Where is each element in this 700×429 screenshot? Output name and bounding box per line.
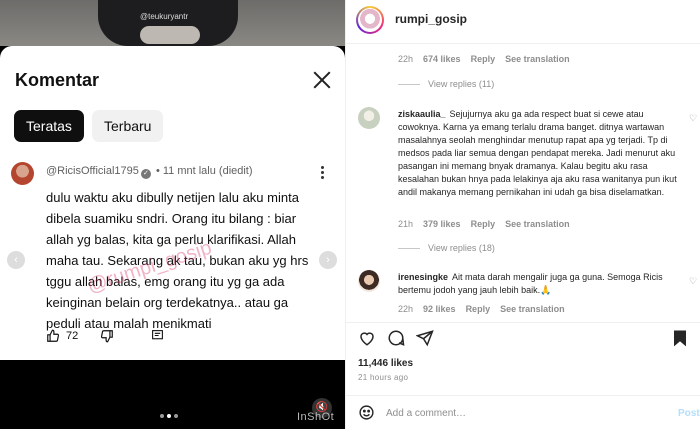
comment-likes[interactable]: 379 likes (423, 219, 461, 229)
carousel-dots (160, 414, 178, 418)
commenter-username[interactable]: irenesingke (398, 272, 448, 282)
reply-comment-icon (152, 330, 163, 340)
comment-meta: 21h 379 likes Reply See translation (398, 219, 570, 229)
profile-username[interactable]: rumpi_gosip (395, 12, 467, 26)
video-frame: @teukuryantr Komentar Teratas Terbaru @R… (0, 0, 345, 429)
comment-body: irenesingke Ait mata darah mengalir juga … (398, 271, 683, 297)
comment-icon[interactable] (387, 329, 405, 347)
comment-body: dulu waktu aku dibully netijen lalu aku … (46, 187, 316, 334)
reply-link[interactable]: Reply (471, 54, 496, 64)
comment-header: @RicisOfficial1795 ✓ • 11 mnt lalu (diedi… (46, 165, 253, 179)
comment-meta: 22h 92 likes Reply See translation (398, 304, 565, 314)
comment-time: 22h (398, 304, 414, 314)
post-time: 21 hours ago (358, 373, 409, 382)
comment-line: tggu allah balas, emg orang itu yg ga ad… (46, 274, 285, 289)
video-top-frame: @teukuryantr (0, 0, 345, 46)
chip-newest[interactable]: Terbaru (92, 110, 164, 142)
comment-input[interactable] (386, 403, 656, 423)
comment-avatar[interactable] (11, 162, 34, 185)
verified-icon: ✓ (140, 169, 151, 179)
view-replies-link[interactable]: View replies (11) (398, 79, 494, 89)
heart-icon[interactable]: ♡ (689, 276, 697, 287)
dislike-button[interactable] (100, 329, 114, 346)
video-bottom-frame (0, 360, 345, 429)
emoji-icon[interactable] (358, 404, 375, 421)
video-hands (140, 26, 200, 44)
comment-text: Sejujurnya aku ga ada respect buat si ce… (398, 109, 677, 197)
add-comment-bar: Post (346, 395, 700, 429)
heart-icon[interactable] (358, 329, 376, 347)
thumbs-down-icon (100, 330, 113, 343)
commenter-avatar[interactable] (358, 270, 380, 292)
comment-meta: 22h 674 likes Reply See translation (398, 54, 570, 64)
chip-top-comments[interactable]: Teratas (14, 110, 84, 142)
chevron-left-icon[interactable]: ‹ (7, 251, 25, 269)
post-sidebar: rumpi_gosip 22h 674 likes Reply See transla… (345, 0, 700, 429)
reply-link[interactable]: Reply (471, 219, 496, 229)
see-translation-link[interactable]: See translation (505, 54, 570, 64)
post-button[interactable]: Post (678, 408, 700, 419)
comment-actions: 72 (46, 329, 306, 345)
comment-likes[interactable]: 92 likes (423, 304, 456, 314)
inshot-watermark: InShOt (297, 411, 335, 423)
post-header: rumpi_gosip (346, 0, 700, 44)
more-options-icon[interactable] (317, 166, 327, 182)
sheet-title: Komentar (15, 70, 100, 90)
see-translation-link[interactable]: See translation (500, 304, 565, 314)
like-count: 72 (66, 330, 79, 342)
close-icon[interactable] (310, 68, 334, 92)
bookmark-icon[interactable] (671, 329, 689, 347)
heart-icon[interactable]: ♡ (689, 113, 697, 124)
commenter-avatar[interactable] (358, 107, 380, 129)
comment-line: maha tau. Sekarang ak tau, bukan aku yg … (46, 253, 309, 268)
comment-sheet: Komentar Teratas Terbaru @RicisOfficial1… (0, 46, 345, 360)
video-watermark-top: @teukuryantr (140, 12, 189, 21)
commenter-username[interactable]: ziskaaulia_ (398, 109, 446, 119)
comment-time: 21h (398, 219, 414, 229)
reply-link[interactable]: Reply (466, 304, 491, 314)
view-replies-link[interactable]: View replies (18) (398, 243, 495, 253)
comment-line: dulu waktu aku dibully netijen lalu aku … (46, 190, 299, 205)
chevron-right-icon[interactable]: › (319, 251, 337, 269)
comment-time: 11 mnt lalu (diedit) (162, 165, 253, 177)
comment-time: 22h (398, 54, 414, 64)
comment-line: keinginan belain org terdekatnya.. atau … (46, 295, 289, 310)
comment-line: dibela suamiku sndri. Orang itu bilang :… (46, 211, 297, 226)
thumbs-up-icon (47, 329, 60, 342)
comment-author[interactable]: @RicisOfficial1795 (46, 165, 139, 177)
see-translation-link[interactable]: See translation (505, 219, 570, 229)
comment-line: allah yg balas, kita ga perlu klarifikas… (46, 232, 297, 247)
like-button[interactable]: 72 (46, 329, 78, 343)
reply-button[interactable] (151, 329, 164, 345)
likes-count[interactable]: 11,446 likes (358, 358, 413, 369)
share-icon[interactable] (416, 329, 434, 347)
profile-avatar[interactable] (356, 6, 384, 34)
post-actions (346, 322, 700, 352)
comment-likes[interactable]: 674 likes (423, 54, 461, 64)
comment-body: ziskaaulia_ Sejujurnya aku ga ada respect… (398, 108, 683, 199)
